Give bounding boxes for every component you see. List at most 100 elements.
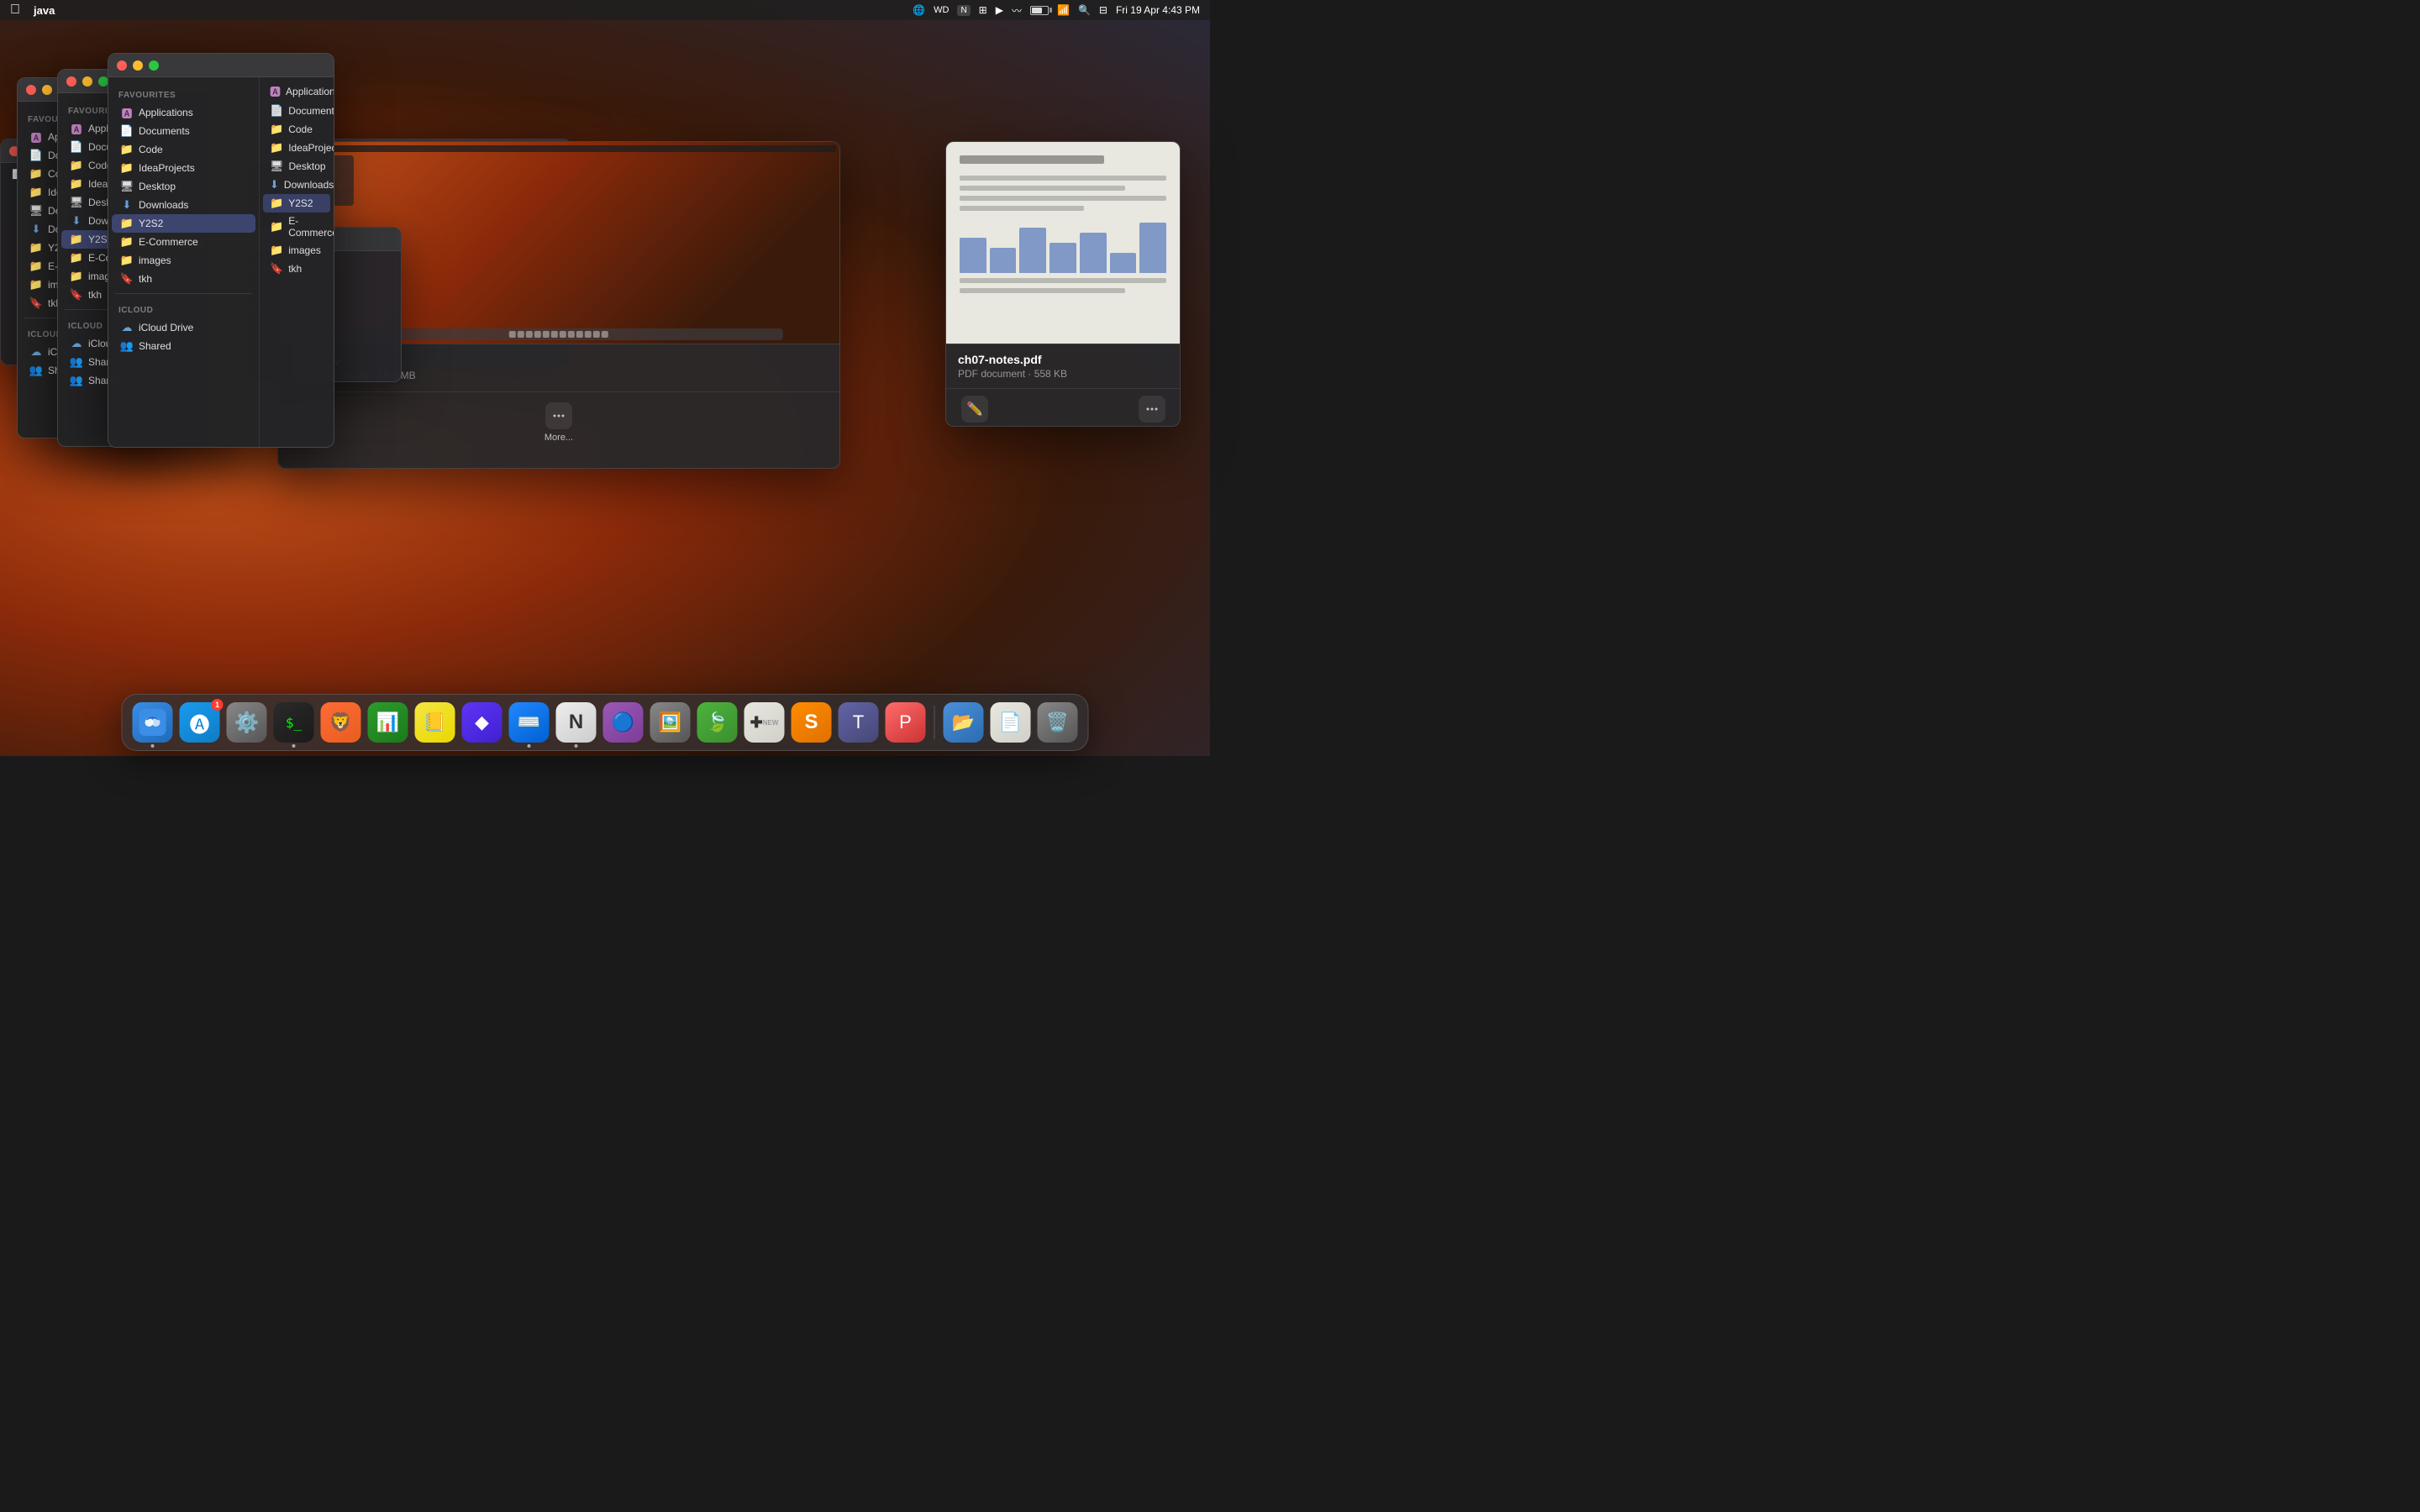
- file-row-documents[interactable]: 📄 Documents: [263, 102, 330, 120]
- file-row-applications[interactable]: 🅰 Applications ›: [263, 81, 330, 102]
- mini-dock-icon-5: [543, 331, 550, 338]
- dock-preview[interactable]: 🖼️: [649, 701, 692, 744]
- ideaprojects-icon-3: 📁: [120, 161, 134, 175]
- dock-teams[interactable]: T: [837, 701, 881, 744]
- close-button-1[interactable]: [26, 85, 36, 95]
- file-row-ideaprojects[interactable]: 📁 IdeaProjects: [263, 139, 330, 157]
- dock-file[interactable]: 📄: [989, 701, 1033, 744]
- mini-dock-icon-1: [509, 331, 516, 338]
- titlebar-3: [108, 54, 334, 77]
- sidebar-item-ecommerce-3[interactable]: 📁 E-Commerce: [112, 233, 255, 251]
- dock-brave[interactable]: 🦁: [319, 701, 363, 744]
- file-icon-tkh: 🔖: [270, 262, 283, 276]
- downloads-icon-2: ⬇: [70, 214, 83, 228]
- pdf-title: ch07-notes.pdf: [958, 353, 1168, 366]
- dock-mongodb[interactable]: 🍃: [696, 701, 739, 744]
- icloud-drive-icon-1: ☁: [29, 345, 43, 359]
- apple-menu[interactable]: : [10, 3, 20, 18]
- section-favourites-3: Favourites: [108, 84, 259, 103]
- dock-separator: [934, 706, 935, 739]
- dock-vscode[interactable]: ⌨️: [508, 701, 551, 744]
- dock-files[interactable]: 📂: [942, 701, 986, 744]
- minimize-button-2[interactable]: [82, 76, 92, 87]
- file-icon-images: 📁: [270, 244, 283, 257]
- section-icloud-3: iCloud: [108, 299, 259, 318]
- sidebar-item-desktop-3[interactable]: 🖥 Desktop: [112, 177, 255, 196]
- sidebar-item-downloads-3[interactable]: ⬇ Downloads: [112, 196, 255, 214]
- pdf-line-2: [960, 186, 1125, 191]
- pdf-info: ch07-notes.pdf PDF document · 558 KB: [946, 344, 1180, 388]
- sidebar-item-shared-3[interactable]: 👥 Shared: [112, 337, 255, 355]
- dock-appstore[interactable]: 🅐 1: [178, 701, 222, 744]
- sidebar-item-ideaprojects-3[interactable]: 📁 IdeaProjects: [112, 159, 255, 177]
- file-icon-y2s2: 📁: [270, 197, 283, 210]
- play-icon[interactable]: ▶: [996, 4, 1003, 16]
- app-name[interactable]: java: [34, 4, 55, 17]
- mini-menubar: [281, 145, 836, 152]
- battery-icon: [1030, 6, 1049, 15]
- tkh-icon-1: 🔖: [29, 297, 43, 310]
- dock-new[interactable]: ✚NEW: [743, 701, 786, 744]
- datetime: Fri 19 Apr 4:43 PM: [1116, 4, 1200, 16]
- sidebar-item-images-3[interactable]: 📁 images: [112, 251, 255, 270]
- pdf-bar-6: [1110, 253, 1137, 273]
- sidebar-item-code-3[interactable]: 📁 Code: [112, 140, 255, 159]
- pdf-line-1: [960, 176, 1166, 181]
- dock-sysprefs[interactable]: ⚙️: [225, 701, 269, 744]
- pdf-more-btn[interactable]: More...: [1138, 396, 1166, 427]
- sidebar-item-icloud-drive-3[interactable]: ☁ iCloud Drive: [112, 318, 255, 337]
- sidebar-item-documents-3[interactable]: 📄 Documents: [112, 122, 255, 140]
- minimize-button-1[interactable]: [42, 85, 52, 95]
- dock-activity[interactable]: 📊: [366, 701, 410, 744]
- mini-dock-icon-12: [602, 331, 608, 338]
- dock-trash[interactable]: 🗑️: [1036, 701, 1080, 744]
- file-row-tkh[interactable]: 🔖 tkh: [263, 260, 330, 278]
- minimize-button-3[interactable]: [133, 60, 143, 71]
- sidebar-item-y2s2-3[interactable]: 📁 Y2S2: [112, 214, 255, 233]
- sidebar-item-applications-3[interactable]: 🅰 Applications: [112, 103, 255, 122]
- wave-icon[interactable]: 〰: [1012, 3, 1022, 18]
- pdf-line-3: [960, 196, 1166, 201]
- wd-status: WD: [934, 5, 949, 15]
- file-row-desktop[interactable]: 🖥 Desktop: [263, 157, 330, 176]
- dock-orbit[interactable]: 🔵: [602, 701, 645, 744]
- terminal-dot: [292, 744, 296, 748]
- file-icon-desktop: 🖥: [270, 160, 284, 173]
- downloads-icon-1: ⬇: [29, 223, 43, 236]
- more-action-btn[interactable]: More...: [544, 402, 573, 443]
- mini-dock-icon-11: [593, 331, 600, 338]
- dock-proxyman[interactable]: P: [884, 701, 928, 744]
- pdf-bar-4: [1050, 243, 1076, 273]
- file-row-downloads[interactable]: ⬇ Downloads: [263, 176, 330, 194]
- code-icon-1: 📁: [29, 167, 43, 181]
- close-button-3[interactable]: [117, 60, 127, 71]
- dock-linear[interactable]: ◆: [460, 701, 504, 744]
- images-icon-3: 📁: [120, 254, 134, 267]
- sidebar-item-tkh-3[interactable]: 🔖 tkh: [112, 270, 255, 288]
- finder-window-3: Favourites 🅰 Applications 📄 Documents 📁 …: [108, 53, 334, 448]
- control-center-icon[interactable]: ⊟: [1099, 4, 1107, 16]
- markup-btn[interactable]: ✏️ Markup: [960, 396, 991, 427]
- maximize-button-3[interactable]: [149, 60, 159, 71]
- file-row-ecommerce[interactable]: 📁 E-Commerce: [263, 213, 330, 241]
- file-row-images[interactable]: 📁 images: [263, 241, 330, 260]
- vscode-dot: [528, 744, 531, 748]
- file-row-code[interactable]: 📁 Code: [263, 120, 330, 139]
- search-icon[interactable]: 🔍: [1078, 4, 1091, 16]
- notion-dot: [575, 744, 578, 748]
- close-button-2[interactable]: [66, 76, 76, 87]
- file-row-y2s2[interactable]: 📁 Y2S2: [263, 194, 330, 213]
- dock-finder[interactable]: [131, 701, 175, 744]
- pdf-bar-7: [1139, 223, 1166, 273]
- dock-sublime[interactable]: S: [790, 701, 834, 744]
- preview-icon: 🖼️: [650, 702, 691, 743]
- grid-icon[interactable]: ⊞: [979, 4, 987, 16]
- dock-notes[interactable]: 📒: [413, 701, 457, 744]
- more-label: More...: [544, 433, 573, 443]
- brave-icon: 🦁: [321, 702, 361, 743]
- dock-terminal[interactable]: $_: [272, 701, 316, 744]
- dock-notion[interactable]: N: [555, 701, 598, 744]
- shared-icon-3: 👥: [120, 339, 134, 353]
- desktop-icon-3: 🖥: [120, 180, 134, 193]
- mini-dock-icon-6: [551, 331, 558, 338]
